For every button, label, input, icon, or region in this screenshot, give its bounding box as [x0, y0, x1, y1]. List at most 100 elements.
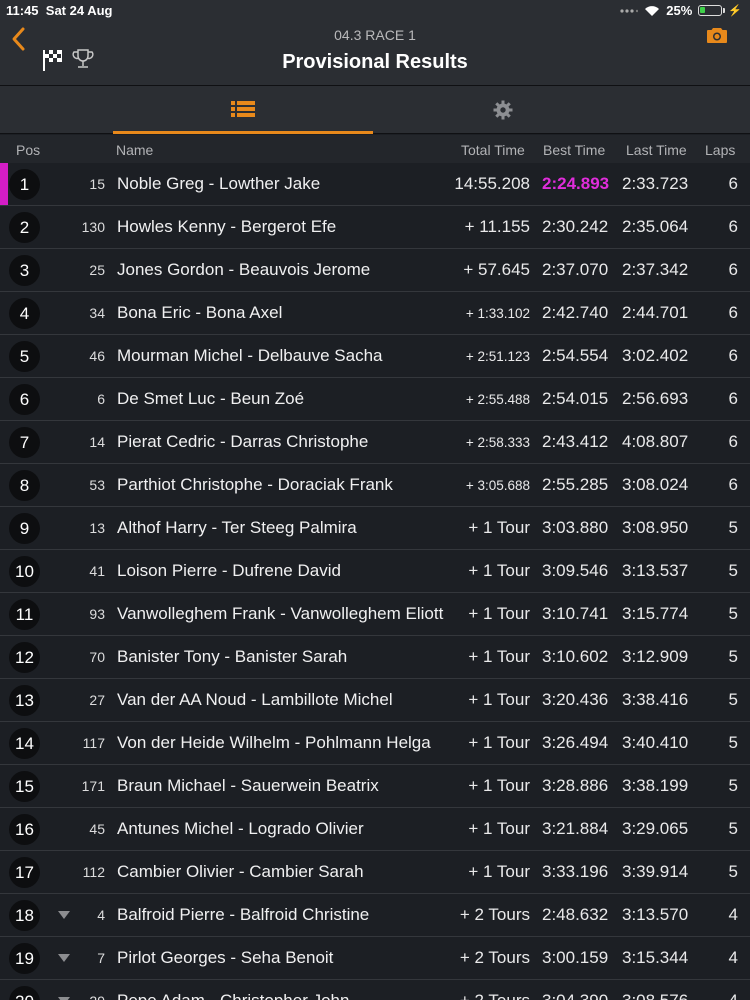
total-time: + 1 Tour	[468, 862, 530, 881]
table-row[interactable]: 2 130 Howles Kenny - Bergerot Efe + 11.155 2…	[0, 206, 750, 249]
table-row[interactable]: 13 27 Van der AA Noud - Lambillote Michel +…	[0, 679, 750, 722]
table-row[interactable]: 17 112 Cambier Olivier - Cambier Sarah + 1 …	[0, 851, 750, 894]
table-row[interactable]: 4 34 Bona Eric - Bona Axel + 1:33.102 2:42.7…	[0, 292, 750, 335]
table-row[interactable]: 1 15 Noble Greg - Lowther Jake 14:55.208 2:2…	[0, 163, 750, 206]
driver-names: Parthiot Christophe - Doraciak Frank	[117, 475, 393, 494]
driver-names: Althof Harry - Ter Steeg Palmira	[117, 518, 357, 537]
laps-count: 5	[728, 819, 738, 838]
driver-names: Balfroid Pierre - Balfroid Christine	[117, 905, 370, 924]
table-row[interactable]: 18 4 Balfroid Pierre - Balfroid Christine +…	[0, 894, 750, 937]
driver-names: Bona Eric - Bona Axel	[117, 303, 283, 322]
table-row[interactable]: 8 53 Parthiot Christophe - Doraciak Frank +…	[0, 464, 750, 507]
total-time: + 1 Tour	[468, 604, 530, 623]
last-time: 3:13.570	[622, 905, 689, 924]
laps-count: 6	[728, 475, 738, 494]
tab-settings[interactable]	[373, 86, 633, 134]
best-time: 2:37.070	[542, 260, 609, 279]
total-time: + 1 Tour	[468, 819, 530, 838]
total-time: + 2:58.333	[465, 435, 530, 450]
last-time: 3:02.402	[622, 346, 689, 365]
camera-icon[interactable]	[706, 26, 728, 44]
total-time: + 57.645	[463, 260, 530, 279]
best-time: 2:24.893	[542, 174, 610, 193]
position-badge: 3	[9, 255, 40, 286]
best-time: 2:43.412	[542, 432, 609, 451]
car-number: 45	[89, 821, 105, 837]
best-time: 3:09.546	[542, 561, 609, 580]
total-time: + 1 Tour	[468, 690, 530, 709]
last-time: 3:08.950	[622, 518, 689, 537]
best-time: 3:28.886	[542, 776, 609, 795]
driver-names: Loison Pierre - Dufrene David	[117, 561, 341, 580]
status-time: 11:45 Sat 24 Aug	[6, 3, 113, 18]
driver-names: De Smet Luc - Beun Zoé	[117, 389, 305, 408]
last-time: 3:08.576	[622, 991, 688, 1000]
total-time: + 2 Tours	[459, 905, 530, 924]
best-time: 3:04.390	[542, 991, 608, 1000]
laps-count: 6	[728, 389, 738, 408]
total-time: + 1 Tour	[468, 647, 530, 666]
last-time: 3:38.416	[622, 690, 689, 709]
total-time: 14:55.208	[454, 174, 530, 193]
table-row[interactable]: 10 41 Loison Pierre - Dufrene David + 1 Tou…	[0, 550, 750, 593]
driver-names: Mourman Michel - Delbauve Sacha	[117, 346, 383, 365]
last-time: 3:15.774	[622, 604, 689, 623]
position-badge: 12	[9, 642, 40, 673]
last-time: 3:12.909	[622, 647, 689, 666]
battery-icon	[698, 5, 726, 16]
car-number: 4	[97, 907, 105, 923]
car-number: 53	[89, 477, 105, 493]
results-list[interactable]: 1 15 Noble Greg - Lowther Jake 14:55.208 2:2…	[0, 163, 750, 1000]
signal-dots-icon	[620, 8, 639, 13]
laps-count: 4	[728, 948, 738, 967]
table-row[interactable]: 20 29 Pepe Adam - Christopher John + 2 Tour…	[0, 980, 750, 1000]
table-row[interactable]: 15 171 Braun Michael - Sauerwein Beatrix + …	[0, 765, 750, 808]
last-time: 3:39.914	[622, 862, 689, 881]
last-time: 3:40.410	[622, 733, 689, 752]
tab-results-list[interactable]	[113, 86, 373, 134]
table-row[interactable]: 3 25 Jones Gordon - Beauvois Jerome + 57.64…	[0, 249, 750, 292]
car-number: 70	[89, 649, 105, 665]
best-time: 2:30.242	[542, 217, 609, 236]
driver-names: Pierat Cedric - Darras Christophe	[117, 432, 369, 451]
laps-count: 5	[728, 647, 738, 666]
total-time: + 2:51.123	[465, 349, 530, 364]
best-time: 2:54.554	[542, 346, 609, 365]
table-row[interactable]: 6 6 De Smet Luc - Beun Zoé + 2:55.488 2:54.0…	[0, 378, 750, 421]
car-number: 117	[82, 735, 105, 751]
table-row[interactable]: 14 117 Von der Heide Wilhelm - Pohlmann He…	[0, 722, 750, 765]
table-row[interactable]: 5 46 Mourman Michel - Delbauve Sacha + 2:51…	[0, 335, 750, 378]
results-table-header: Pos Name Total Time Best Time Last Time …	[0, 135, 750, 163]
position-badge: 19	[9, 943, 40, 974]
laps-count: 5	[728, 862, 738, 881]
laps-count: 5	[728, 561, 738, 580]
position-down-icon	[58, 954, 70, 962]
table-row[interactable]: 16 45 Antunes Michel - Logrado Olivier + 1 …	[0, 808, 750, 851]
wifi-icon	[645, 5, 660, 16]
position-badge: 2	[9, 212, 40, 243]
battery-percent: 25%	[666, 3, 693, 18]
car-number: 93	[89, 606, 105, 622]
table-row[interactable]: 7 14 Pierat Cedric - Darras Christophe + 2:…	[0, 421, 750, 464]
car-number: 27	[89, 692, 105, 708]
car-number: 171	[81, 778, 105, 794]
car-number: 15	[89, 176, 105, 192]
table-row[interactable]: 9 13 Althof Harry - Ter Steeg Palmira + 1 T…	[0, 507, 750, 550]
car-number: 41	[89, 563, 105, 579]
last-time: 3:15.344	[622, 948, 689, 967]
position-badge: 20	[9, 986, 40, 1000]
best-time: 2:54.015	[542, 389, 609, 408]
navigation-bar: 04.3 RACE 1 Provisional Results	[0, 22, 750, 86]
driver-names: Noble Greg - Lowther Jake	[117, 174, 321, 193]
position-badge: 11	[9, 599, 40, 630]
table-row[interactable]: 12 70 Banister Tony - Banister Sarah + 1 To…	[0, 636, 750, 679]
position-badge: 9	[9, 513, 40, 544]
position-badge: 8	[9, 470, 40, 501]
position-badge: 1	[9, 169, 40, 200]
best-time: 3:00.159	[542, 948, 609, 967]
status-right: 25% ⚡	[620, 3, 742, 18]
table-row[interactable]: 19 7 Pirlot Georges - Seha Benoit + 2 Tours…	[0, 937, 750, 980]
col-pos: Pos	[16, 142, 41, 158]
table-row[interactable]: 11 93 Vanwolleghem Frank - Vanwolleghem El…	[0, 593, 750, 636]
driver-names: Antunes Michel - Logrado Olivier	[117, 819, 364, 838]
